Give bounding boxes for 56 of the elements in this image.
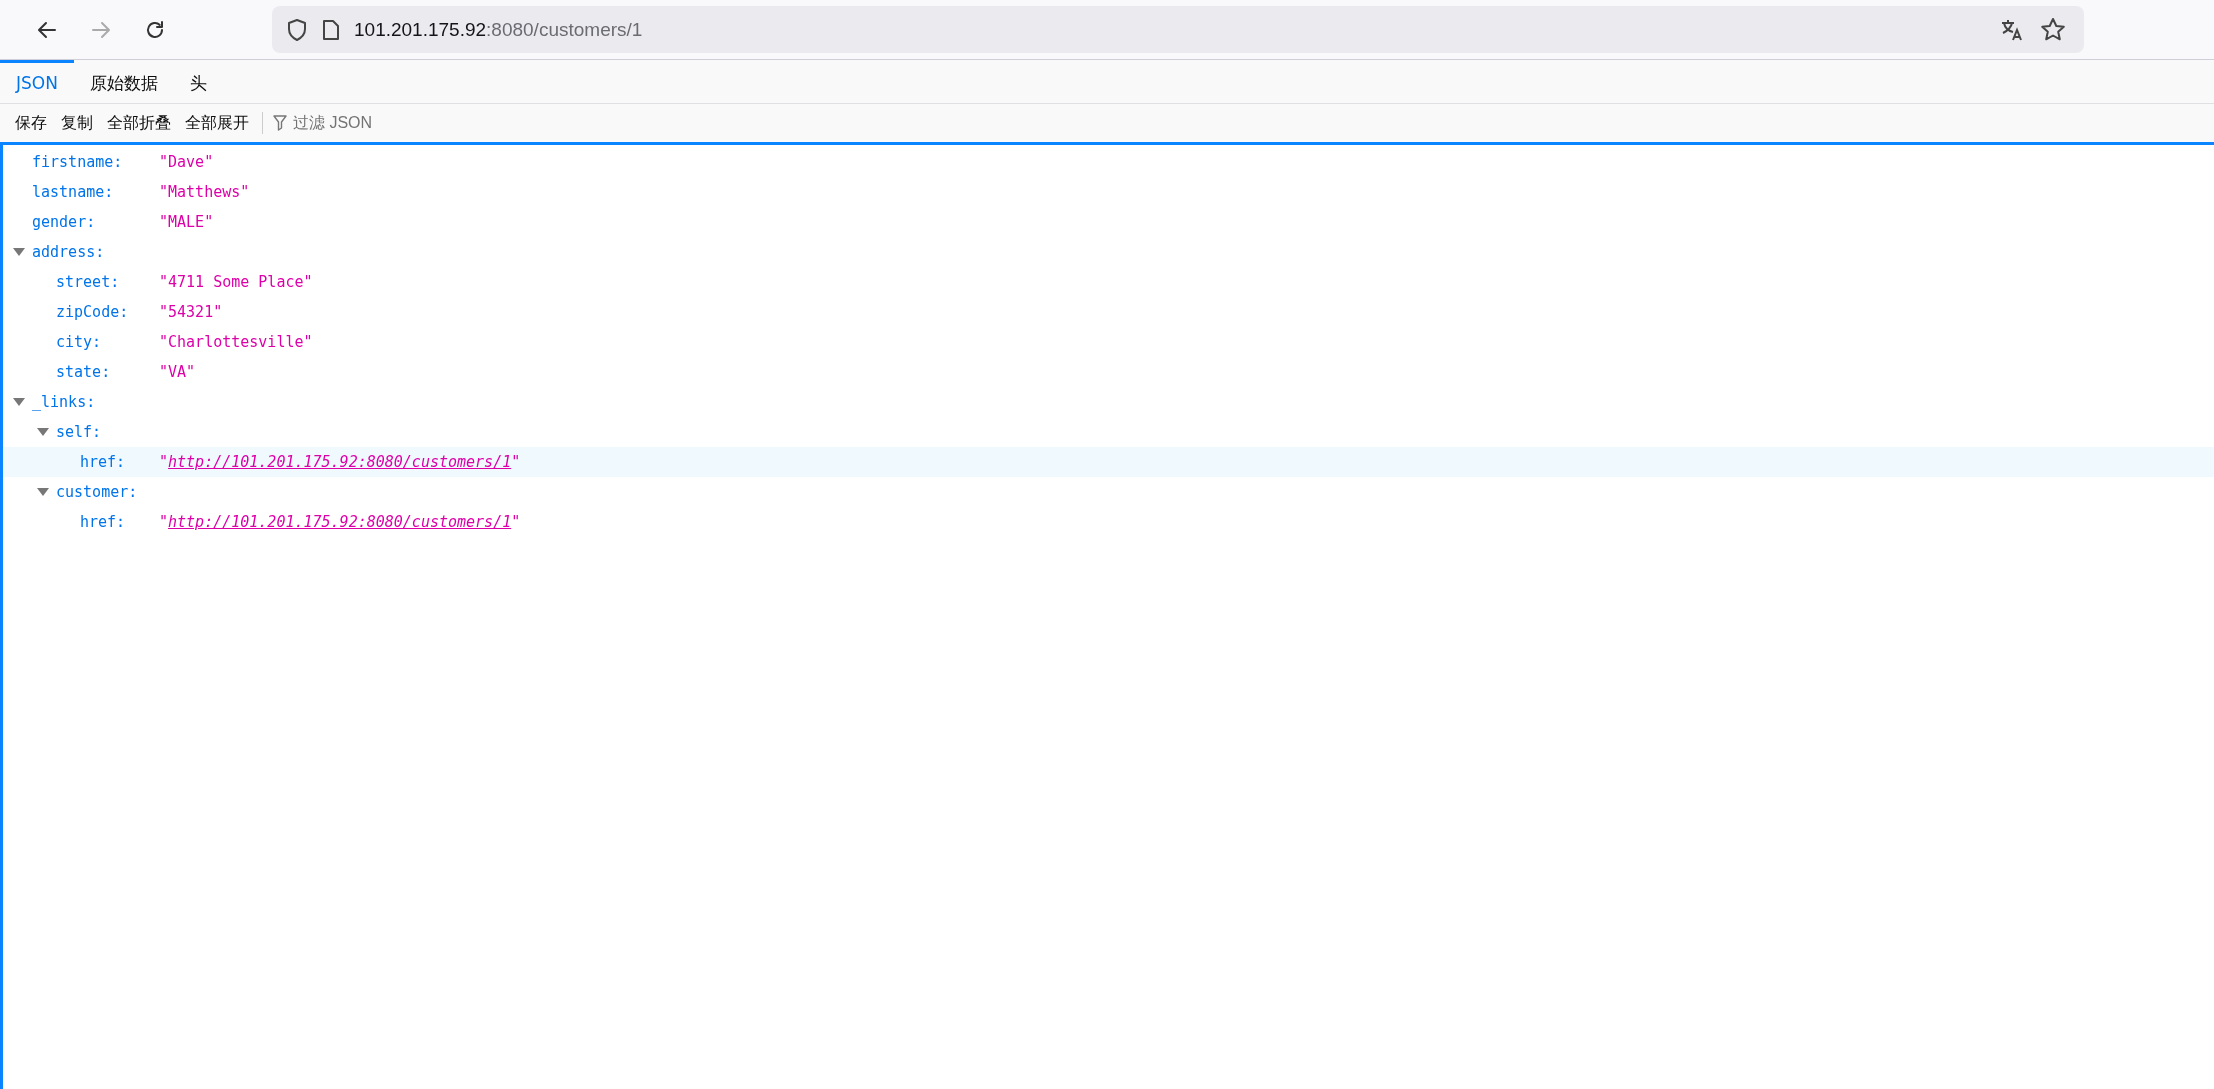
tree-row[interactable]: lastname: "Matthews" bbox=[3, 177, 2214, 207]
tree-row[interactable]: href: "http://101.201.175.92:8080/customers/1" bbox=[3, 447, 2214, 477]
json-value: "54321" bbox=[159, 303, 223, 321]
expand-triangle-icon[interactable] bbox=[37, 428, 49, 436]
toolbar-button[interactable]: 复制 bbox=[54, 108, 100, 138]
reload-icon bbox=[144, 18, 166, 41]
page-icon bbox=[322, 18, 340, 41]
json-value: "http://101.201.175.92:8080/customers/1" bbox=[159, 453, 521, 471]
json-value: "Dave" bbox=[159, 153, 214, 171]
bookmark-star-icon[interactable] bbox=[2040, 16, 2066, 43]
json-key: customer: bbox=[56, 483, 138, 501]
json-key: href: bbox=[80, 453, 126, 471]
json-value: "Matthews" bbox=[159, 183, 250, 201]
tree-row[interactable]: state: "VA" bbox=[3, 357, 2214, 387]
json-value: "Charlottesville" bbox=[159, 333, 313, 351]
json-key: self: bbox=[56, 423, 102, 441]
json-key: city: bbox=[56, 333, 102, 351]
filter-field[interactable]: 过滤 JSON bbox=[269, 113, 449, 133]
tree-row[interactable]: customer: bbox=[3, 477, 2214, 507]
json-key: street: bbox=[56, 273, 120, 291]
tree-row[interactable]: _links: bbox=[3, 387, 2214, 417]
toolbar-button[interactable]: 全部折叠 bbox=[100, 108, 178, 138]
tree-row[interactable]: href: "http://101.201.175.92:8080/customers/1" bbox=[3, 507, 2214, 537]
url-host: 101.201.175.92 bbox=[354, 18, 487, 40]
json-value: "VA" bbox=[159, 363, 196, 381]
expand-triangle-icon[interactable] bbox=[13, 248, 25, 256]
tree-row[interactable]: gender: "MALE" bbox=[3, 207, 2214, 237]
tree-row[interactable]: zipCode: "54321" bbox=[3, 297, 2214, 327]
json-key: firstname: bbox=[32, 153, 123, 171]
tree-row[interactable]: city: "Charlottesville" bbox=[3, 327, 2214, 357]
expand-triangle-icon[interactable] bbox=[13, 398, 25, 406]
shield-icon[interactable] bbox=[286, 17, 308, 42]
tab[interactable]: 头 bbox=[173, 60, 223, 103]
tree-row[interactable]: self: bbox=[3, 417, 2214, 447]
json-key: zipCode: bbox=[56, 303, 129, 321]
json-key: state: bbox=[56, 363, 111, 381]
tree-row[interactable]: firstname: "Dave" bbox=[3, 147, 2214, 177]
json-key: gender: bbox=[32, 213, 96, 231]
url-link[interactable]: http://101.201.175.92:8080/customers/1 bbox=[168, 513, 512, 531]
url-link[interactable]: http://101.201.175.92:8080/customers/1 bbox=[168, 453, 512, 471]
tree-row[interactable]: address: bbox=[3, 237, 2214, 267]
json-value: "http://101.201.175.92:8080/customers/1" bbox=[159, 513, 521, 531]
tree-row[interactable]: street: "4711 Some Place" bbox=[3, 267, 2214, 297]
filter-icon bbox=[273, 115, 287, 131]
json-key: _links: bbox=[32, 393, 96, 411]
json-value: "MALE" bbox=[159, 213, 214, 231]
json-key: href: bbox=[80, 513, 126, 531]
toolbar-button[interactable]: 全部展开 bbox=[178, 108, 256, 138]
url-path: :8080/customers/1 bbox=[486, 18, 643, 40]
expand-triangle-icon[interactable] bbox=[37, 488, 49, 496]
json-key: address: bbox=[32, 243, 105, 261]
json-key: lastname: bbox=[32, 183, 114, 201]
address-bar[interactable]: 101.201.175.92:8080/customers/1 bbox=[272, 6, 2084, 53]
json-value: "4711 Some Place" bbox=[159, 273, 313, 291]
toolbar-button[interactable]: 保存 bbox=[8, 108, 54, 138]
tab[interactable]: 原始数据 bbox=[73, 60, 174, 103]
